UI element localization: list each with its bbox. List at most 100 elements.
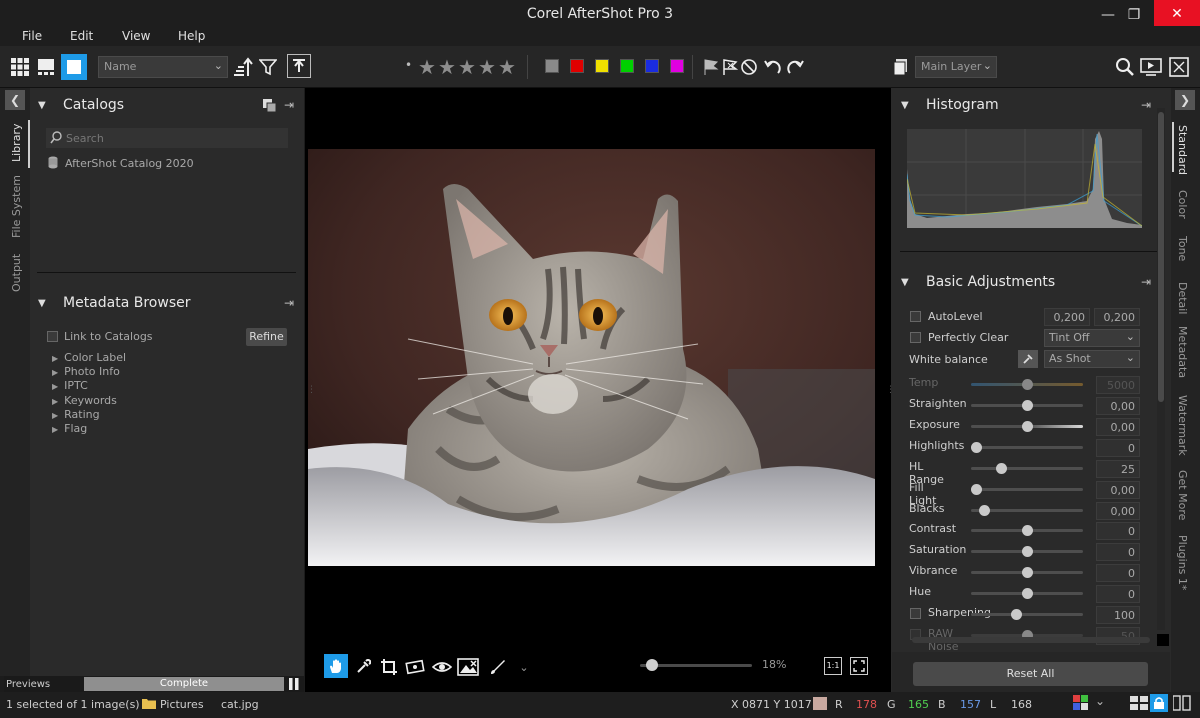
star-1[interactable]: ★ [418, 55, 436, 79]
menu-help[interactable]: Help [178, 29, 205, 43]
zoom-1to1-button[interactable]: 1:1 [824, 657, 842, 675]
search-icon[interactable] [1114, 56, 1136, 78]
zoom-slider-knob[interactable] [645, 659, 658, 671]
slider-value-saturation[interactable]: 0 [1096, 543, 1140, 561]
autolevel-value-1[interactable]: 0,200 [1044, 308, 1090, 326]
slider-knob-vibrance[interactable] [1021, 567, 1033, 578]
slider-value-contrast[interactable]: 0 [1096, 522, 1140, 540]
menu-edit[interactable]: Edit [70, 29, 93, 43]
color-profile-icon[interactable] [1073, 695, 1089, 714]
slider-knob-highlights[interactable] [971, 442, 982, 453]
close-button[interactable]: ✕ [1154, 0, 1200, 28]
color-label-blue[interactable] [645, 59, 659, 73]
slideshow-icon[interactable] [1140, 56, 1162, 78]
sort-dropdown[interactable]: Name ⌄ [98, 56, 228, 78]
tree-item-photo-info[interactable]: ▶ Photo Info [52, 364, 252, 378]
eyedropper-icon[interactable] [351, 655, 375, 679]
sort-order-icon[interactable] [232, 56, 254, 78]
slider-knob-saturation[interactable] [1021, 546, 1033, 557]
reset-all-button[interactable]: Reset All [913, 662, 1148, 686]
zoom-fit-icon[interactable] [850, 657, 868, 675]
menu-file[interactable]: File [22, 29, 42, 43]
fullscreen-icon[interactable] [1168, 56, 1190, 78]
straighten-icon[interactable] [403, 655, 427, 679]
tab-get-more[interactable]: Get More [1176, 470, 1189, 520]
tools-chevron-down-icon[interactable]: ⌄ [512, 655, 536, 679]
slider-value-exposure[interactable]: 0,00 [1096, 418, 1140, 436]
tab-standard[interactable]: Standard [1176, 125, 1189, 175]
white-balance-dropdown[interactable]: As Shot ⌄ [1044, 350, 1140, 368]
color-label-yellow[interactable] [595, 59, 609, 73]
basic-adjustments-pin-icon[interactable]: ⇥ [1141, 275, 1151, 289]
tree-item-iptc[interactable]: ▶ IPTC [52, 378, 252, 392]
color-label-gray[interactable] [545, 59, 559, 73]
rotate-right-icon[interactable] [784, 56, 806, 78]
slider-track-sharpening[interactable] [971, 613, 1083, 616]
slider-value-straighten[interactable]: 0,00 [1096, 397, 1140, 415]
export-icon[interactable] [287, 54, 311, 78]
slider-knob-hue[interactable] [1021, 588, 1033, 599]
slider-value-highlights[interactable]: 0 [1096, 439, 1140, 457]
slider-value-sharpening[interactable]: 100 [1096, 606, 1140, 624]
scrollbar-thumb[interactable] [1158, 112, 1164, 402]
white-balance-picker-icon[interactable] [1018, 350, 1038, 368]
layer-dropdown[interactable]: Main Layer ⌄ [915, 56, 997, 78]
catalogs-collapse-icon[interactable]: ▼ [38, 100, 46, 111]
slider-value-hl-range[interactable]: 25 [1096, 460, 1140, 478]
collapse-right-icon[interactable]: ❯ [1175, 90, 1195, 110]
metadata-collapse-icon[interactable]: ▼ [38, 298, 46, 309]
metadata-pin-icon[interactable]: ⇥ [284, 296, 294, 310]
slider-value-fill-light[interactable]: 0,00 [1096, 481, 1140, 499]
tab-file-system[interactable]: File System [10, 175, 23, 238]
catalog-search-input[interactable]: Search [46, 128, 288, 148]
compare-icon[interactable] [1172, 695, 1191, 714]
sharpening-checkbox[interactable] [910, 608, 921, 619]
rotate-left-icon[interactable] [762, 56, 784, 78]
grid-view-icon[interactable] [9, 56, 31, 78]
tab-watermark[interactable]: Watermark [1176, 395, 1189, 456]
autolevel-value-2[interactable]: 0,200 [1094, 308, 1140, 326]
catalog-item[interactable]: AfterShot Catalog 2020 [65, 157, 194, 170]
filter-icon[interactable] [257, 56, 279, 78]
tab-metadata[interactable]: Metadata [1176, 326, 1189, 378]
star-2[interactable]: ★ [438, 55, 456, 79]
refine-button[interactable]: Refine [246, 328, 287, 346]
dual-view-icon[interactable] [1130, 695, 1148, 714]
tab-plugins[interactable]: Plugins 1* [1176, 535, 1189, 590]
basic-adjustments-collapse-icon[interactable]: ▼ [901, 277, 909, 288]
slider-knob-temp[interactable] [1021, 379, 1033, 390]
lock-icon[interactable] [1150, 694, 1168, 712]
menu-view[interactable]: View [122, 29, 150, 43]
heal-clone-icon[interactable] [456, 655, 480, 679]
slider-knob-blacks[interactable] [979, 505, 991, 516]
tree-item-color-label[interactable]: ▶ Color Label [52, 350, 252, 364]
collapse-left-icon[interactable]: ❮ [5, 90, 25, 110]
tab-color[interactable]: Color [1176, 190, 1189, 219]
tab-library[interactable]: Library [10, 124, 23, 162]
slider-track-highlights[interactable] [971, 446, 1083, 449]
star-3[interactable]: ★ [458, 55, 476, 79]
slider-value-temp[interactable]: 5000 [1096, 376, 1140, 394]
color-label-green[interactable] [620, 59, 634, 73]
histogram-pin-icon[interactable]: ⇥ [1141, 98, 1151, 112]
slider-value-blacks[interactable]: 0,00 [1096, 502, 1140, 520]
slider-knob-fill-light[interactable] [971, 484, 982, 495]
right-panel-hscrollbar[interactable] [912, 637, 1150, 643]
tab-tone[interactable]: Tone [1176, 236, 1189, 261]
brush-icon[interactable] [486, 655, 510, 679]
profile-chevron-down-icon[interactable]: ⌄ [1095, 694, 1105, 708]
slider-knob-straighten[interactable] [1021, 400, 1033, 411]
histogram-collapse-icon[interactable]: ▼ [901, 100, 909, 111]
star-4[interactable]: ★ [478, 55, 496, 79]
perfectly-clear-checkbox[interactable] [910, 332, 921, 343]
rating-clear-dot[interactable]: • [405, 58, 412, 72]
slider-value-vibrance[interactable]: 0 [1096, 564, 1140, 582]
right-panel-splitter[interactable]: ⋮ [886, 385, 895, 401]
catalogs-pin-icon[interactable]: ⇥ [284, 98, 294, 112]
color-label-red[interactable] [570, 59, 584, 73]
color-label-magenta[interactable] [670, 59, 684, 73]
slider-knob-exposure[interactable] [1021, 421, 1033, 432]
link-to-catalogs-checkbox[interactable] [47, 331, 58, 342]
single-view-icon[interactable] [61, 54, 87, 80]
photo-cat[interactable] [308, 149, 875, 566]
